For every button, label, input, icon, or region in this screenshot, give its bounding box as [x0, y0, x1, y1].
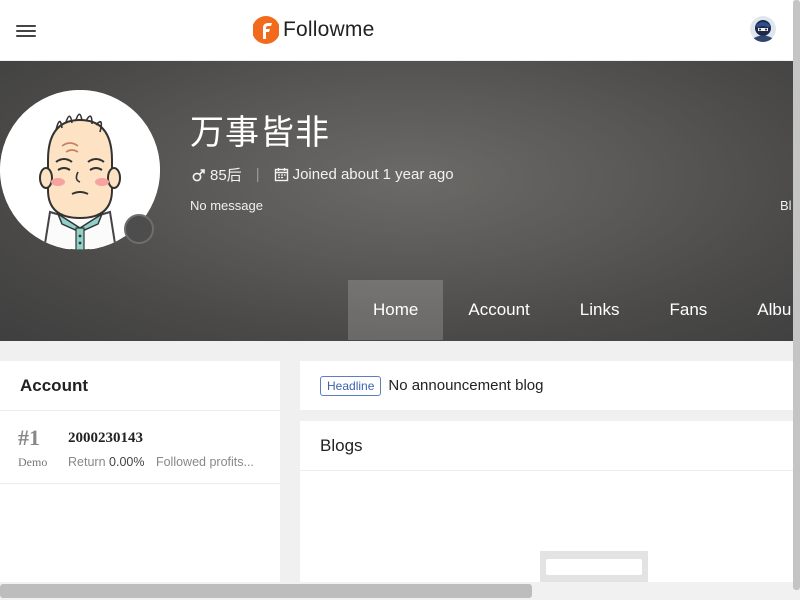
- account-list-item[interactable]: #1 Demo 2000230143 Return 0.00% Followed…: [0, 411, 280, 484]
- announcement-bar: Headline No announcement blog: [300, 361, 793, 410]
- top-navigation-bar: Followme: [0, 0, 793, 60]
- account-card-title: Account: [0, 361, 280, 411]
- male-icon: [192, 168, 205, 181]
- account-number[interactable]: 2000230143: [68, 430, 143, 447]
- profile-page: Followme 万事皆非 85后 | Joined about 1 year …: [0, 0, 800, 600]
- tab-album[interactable]: Albu: [732, 280, 793, 340]
- brand-logo[interactable]: Followme: [253, 14, 374, 46]
- profile-banner: 万事皆非 85后 | Joined about 1 year ago No me…: [0, 61, 793, 341]
- tab-fans[interactable]: Fans: [644, 280, 732, 340]
- return-value: 0.00%: [109, 455, 145, 469]
- vertical-scroll-thumb[interactable]: [793, 0, 800, 590]
- avatar-image: [750, 16, 776, 42]
- brand-name: Followme: [283, 18, 375, 41]
- return-label: Return: [68, 455, 106, 469]
- profile-tabs: Home Account Links Fans Albu: [348, 280, 793, 340]
- blogs-card: Blogs: [300, 421, 793, 600]
- profile-meta: 85后 | Joined about 1 year ago: [192, 164, 454, 185]
- account-type: Demo: [18, 455, 48, 469]
- tab-links[interactable]: Links: [555, 280, 645, 340]
- calendar-icon: [274, 168, 288, 182]
- meta-divider: |: [255, 166, 260, 183]
- account-stats: Return 0.00% Followed profits...: [68, 455, 254, 469]
- tab-account[interactable]: Account: [443, 280, 554, 340]
- age-group: 85后: [210, 167, 242, 184]
- horizontal-scroll-thumb[interactable]: [0, 584, 532, 598]
- avatar-status-indicator: [124, 214, 154, 244]
- hamburger-menu-icon[interactable]: [16, 25, 36, 39]
- headline-badge: Headline: [320, 375, 382, 396]
- joined-date: Joined about 1 year ago: [292, 166, 454, 183]
- profile-name: 万事皆非: [190, 114, 330, 152]
- announcement-text: No announcement blog: [388, 377, 544, 394]
- truncated-right-text: Bl: [780, 198, 792, 213]
- blogs-title: Blogs: [300, 421, 793, 471]
- tab-home[interactable]: Home: [348, 280, 444, 340]
- followme-logo-icon: [253, 16, 279, 44]
- account-rank: #1: [18, 425, 40, 450]
- profile-message: No message: [190, 198, 263, 213]
- horizontal-scrollbar[interactable]: [0, 582, 793, 600]
- vertical-scrollbar[interactable]: [793, 0, 800, 600]
- user-avatar[interactable]: [750, 16, 776, 42]
- account-card: Account #1 Demo 2000230143 Return 0.00% …: [0, 361, 280, 600]
- followed-profits: Followed profits...: [155, 455, 254, 469]
